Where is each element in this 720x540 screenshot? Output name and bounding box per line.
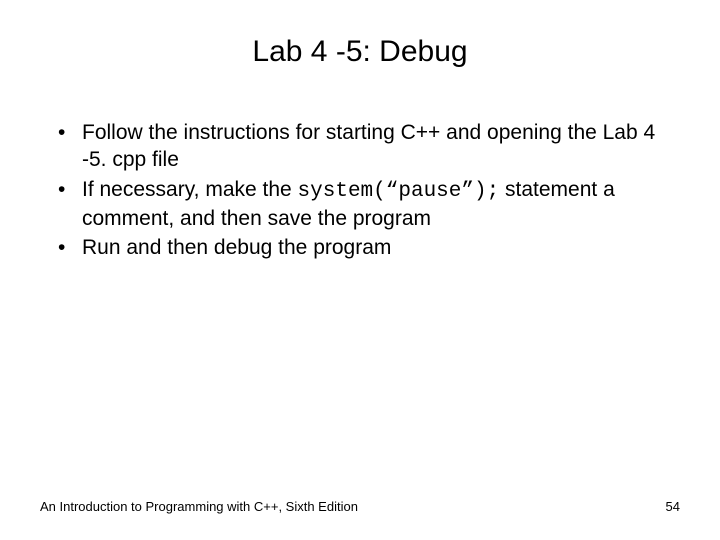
- list-item: Run and then debug the program: [40, 234, 680, 261]
- slide-title: Lab 4 -5: Debug: [40, 35, 680, 69]
- slide: Lab 4 -5: Debug Follow the instructions …: [0, 0, 720, 540]
- bullet-text-prefix: If necessary, make the: [82, 178, 298, 201]
- footer-page-number: 54: [666, 499, 680, 514]
- list-item: If necessary, make the system(“pause”); …: [40, 176, 680, 233]
- bullet-list: Follow the instructions for starting C++…: [40, 119, 680, 261]
- bullet-text: Run and then debug the program: [82, 236, 391, 259]
- slide-content: Follow the instructions for starting C++…: [40, 119, 680, 499]
- list-item: Follow the instructions for starting C++…: [40, 119, 680, 174]
- slide-footer: An Introduction to Programming with C++,…: [40, 499, 680, 520]
- footer-book-title: An Introduction to Programming with C++,…: [40, 499, 358, 514]
- bullet-code: system(“pause”);: [298, 180, 500, 203]
- bullet-text: Follow the instructions for starting C++…: [82, 121, 655, 171]
